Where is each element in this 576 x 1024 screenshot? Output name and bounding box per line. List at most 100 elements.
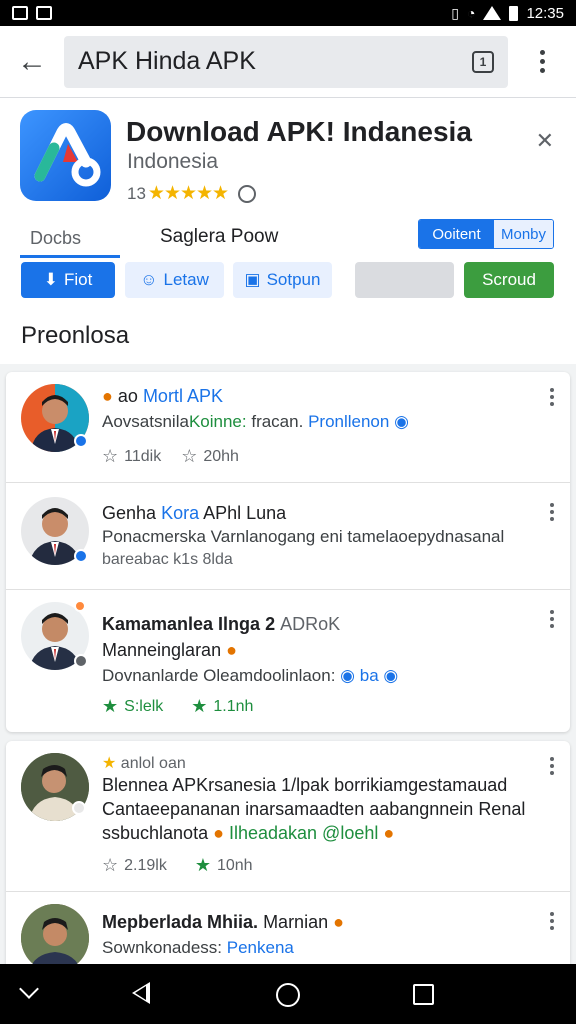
search-text: APK Hinda APK xyxy=(78,47,256,75)
post-meta: ☆ 11dik ☆ 20hh xyxy=(102,446,239,467)
avatar[interactable] xyxy=(21,904,89,971)
search-input[interactable]: APK Hinda APK 1 xyxy=(64,35,508,88)
gmail-notification-icon xyxy=(36,6,52,20)
smiley-icon xyxy=(238,184,257,203)
apk-logo-icon xyxy=(34,123,101,187)
navigation-bar xyxy=(0,964,576,1024)
status-left xyxy=(12,6,52,20)
post-menu-icon[interactable] xyxy=(550,912,554,930)
verified-badge-icon xyxy=(74,549,88,563)
star-outline-icon[interactable]: ☆ xyxy=(102,446,118,467)
wifi-icon: ◔ xyxy=(466,5,476,21)
online-dot-icon xyxy=(74,600,86,612)
vibrate-icon: ▯ xyxy=(451,4,459,21)
tab-switcher-icon[interactable]: 1 xyxy=(472,50,494,73)
app-title: Download APK! Indanesia xyxy=(126,116,472,147)
tertiary-action-button[interactable]: ▣ Sotpun xyxy=(233,262,332,298)
emoji-icon: ☺ xyxy=(140,270,158,289)
toggle-option-content[interactable]: Ooitent xyxy=(419,220,494,248)
post-title: Blennea APKrsanesia 1/lpak borrikiamgest… xyxy=(102,775,508,795)
recents-square-icon[interactable] xyxy=(413,984,434,1005)
post-menu-icon[interactable] xyxy=(550,503,554,521)
post-text: Sownkonadess: Penkena xyxy=(102,938,294,957)
post-author: Mepberlada Mhiia. Marnian ● xyxy=(102,912,344,932)
star-outline-icon[interactable]: ☆ xyxy=(102,855,118,876)
secondary-action-button[interactable]: ☺ Letaw xyxy=(125,262,224,298)
close-icon[interactable]: ✕ xyxy=(536,128,554,154)
post-text: Cantaeepananan inarsamaadten aabangnnein… xyxy=(102,799,526,819)
app-bar: ← APK Hinda APK 1 xyxy=(0,26,576,98)
star-filled-icon[interactable]: ★ xyxy=(191,696,207,717)
app-subtitle: Indonesia xyxy=(127,150,219,173)
post-text-2: ssbuchlanota ● Ilheadakan @loehl ● xyxy=(102,823,395,843)
arrow-left-icon: ← xyxy=(17,44,47,78)
back-triangle-icon[interactable] xyxy=(132,982,150,1004)
star-filled-icon[interactable]: ★ xyxy=(102,696,118,717)
emoji-icon: ● xyxy=(333,912,344,932)
segmented-toggle: Ooitent Monby xyxy=(418,219,554,249)
post-text: Dovnanlarde Oleamdoolinlaon: ◉ ba ◉ xyxy=(102,666,399,685)
emoji-icon: ● xyxy=(383,823,395,843)
app-logo[interactable] xyxy=(20,110,111,201)
more-vert-icon xyxy=(539,50,545,73)
post-menu-icon[interactable] xyxy=(550,388,554,406)
green-action-label: Scroud xyxy=(482,270,536,289)
post-meta: bareabac k1s 8lda xyxy=(102,551,233,568)
app-header: Download APK! Indanesia Indonesia 13 ★★★… xyxy=(0,98,576,364)
post-menu-icon[interactable] xyxy=(550,610,554,628)
chevron-down-icon[interactable] xyxy=(19,979,39,999)
rating-stars: ★★★★★ xyxy=(147,183,229,204)
emoji-icon: ● xyxy=(213,823,224,843)
box-icon: ▣ xyxy=(244,270,261,289)
back-button[interactable]: ← xyxy=(0,26,64,98)
post-author: Genha Kora APhl Luna xyxy=(102,503,287,523)
post-subtitle: Manneinglaran ● xyxy=(102,640,237,660)
post-text: Ponacmerska Varnlanogang eni tamelaoepyd… xyxy=(102,527,505,546)
photo-notification-icon xyxy=(12,6,28,20)
list-item[interactable]: ★ anlol oan Blennea APKrsanesia 1/lpak b… xyxy=(6,741,570,891)
rating-count: 13 xyxy=(127,183,146,203)
disabled-action-button[interactable] xyxy=(355,262,454,298)
list-item[interactable]: Kamamanlea Ilnga 2 ADRoK Manneinglaran ●… xyxy=(6,590,570,732)
post-menu-icon[interactable] xyxy=(550,757,554,775)
section-title: Preonlosa xyxy=(21,322,130,349)
download-icon: ⬇ xyxy=(43,270,58,289)
tertiary-action-label: Sotpun xyxy=(266,270,321,289)
location-icon: ◉ xyxy=(340,666,356,685)
verified-badge-icon xyxy=(74,434,88,448)
status-time: 12:35 xyxy=(526,4,564,22)
toggle-option-monthly[interactable]: Monby xyxy=(494,220,553,248)
status-bar: ▯ ◔ 12:35 xyxy=(0,0,576,26)
location-icon: ◉ xyxy=(394,412,409,431)
star-outline-icon[interactable]: ☆ xyxy=(181,446,197,467)
location-icon: ◉ xyxy=(383,666,399,685)
post-author: Kamamanlea Ilnga 2 ADRoK xyxy=(102,614,341,634)
emoji-icon: ● xyxy=(102,386,113,406)
post-tag: ★ anlol oan xyxy=(102,755,186,772)
tab-secondary[interactable]: Saglera Poow xyxy=(160,226,278,248)
list-item[interactable]: ● ao Mortl APK AovsatsnilaKoinne: fracan… xyxy=(6,372,570,482)
green-action-button[interactable]: Scroud xyxy=(464,262,554,298)
status-badge-icon xyxy=(74,654,88,668)
post-author: ● ao Mortl APK xyxy=(102,386,223,406)
person-photo-icon xyxy=(21,904,89,971)
action-buttons: ⬇ Fiot ☺ Letaw ▣ Sotpun Scroud xyxy=(0,262,576,298)
list-item[interactable]: Genha Kora APhl Luna Ponacmerska Varnlan… xyxy=(6,483,570,589)
tab-docs[interactable]: Docbs xyxy=(20,220,120,258)
secondary-action-label: Letaw xyxy=(163,270,209,289)
star-filled-icon: ★ xyxy=(102,755,117,772)
feed-card: ● ao Mortl APK AovsatsnilaKoinne: fracan… xyxy=(6,372,570,732)
rating-row: 13 ★★★★★ xyxy=(127,182,257,205)
overflow-menu-button[interactable] xyxy=(508,26,576,98)
emoji-icon: ● xyxy=(226,640,237,660)
post-meta: ☆ 2.19lk ★ 10nh xyxy=(102,855,253,876)
primary-action-label: Fiot xyxy=(63,270,93,289)
status-right: ▯ ◔ 12:35 xyxy=(451,5,564,22)
star-filled-icon[interactable]: ★ xyxy=(195,855,211,876)
battery-icon xyxy=(509,5,519,21)
list-item[interactable]: Mepberlada Mhiia. Marnian ● Sownkonadess… xyxy=(6,892,570,971)
home-circle-icon[interactable] xyxy=(276,983,300,1007)
status-badge-icon xyxy=(72,801,86,815)
primary-action-button[interactable]: ⬇ Fiot xyxy=(21,262,115,298)
post-text: AovsatsnilaKoinne: fracan. Pronllenon ◉ xyxy=(102,412,409,431)
